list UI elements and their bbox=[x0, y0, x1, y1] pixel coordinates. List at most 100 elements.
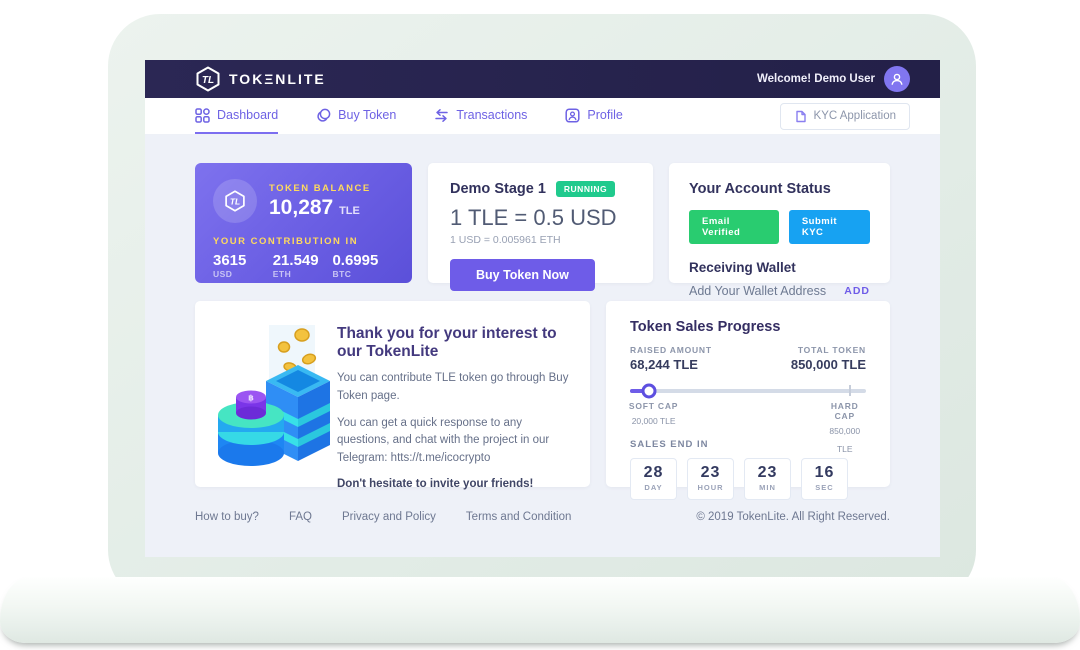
thank-you-invite-text: Don't hesitate to invite your friends! bbox=[337, 478, 570, 490]
raised-amount-label: RAISED AMOUNT bbox=[630, 345, 712, 355]
copyright-text: © 2019 TokenLite. All Right Reserved. bbox=[696, 511, 890, 523]
token-balance-amount: 10,287 bbox=[269, 196, 333, 219]
countdown-timer: 28 DAY 23 HOUR 23 MIN 16 bbox=[630, 458, 866, 500]
thank-you-paragraph-2: You can get a quick response to any ques… bbox=[337, 415, 570, 468]
token-logo-bubble: TL bbox=[213, 179, 257, 223]
countdown-value: 28 bbox=[631, 464, 676, 482]
nav-item-profile[interactable]: Profile bbox=[565, 98, 622, 134]
soft-cap-label: SOFT CAP bbox=[629, 401, 678, 411]
nav-label: Profile bbox=[587, 108, 622, 122]
thank-you-title: Thank you for your interest to our Token… bbox=[337, 325, 570, 361]
countdown-hours: 23 HOUR bbox=[687, 458, 734, 500]
tokens-illustration: ฿ bbox=[209, 317, 337, 471]
buy-token-now-button[interactable]: Buy Token Now bbox=[450, 259, 595, 291]
svg-text:TL: TL bbox=[230, 196, 240, 206]
kyc-document-icon bbox=[794, 110, 807, 123]
svg-text:฿: ฿ bbox=[248, 394, 254, 403]
slider-track bbox=[630, 389, 866, 393]
svg-text:TL: TL bbox=[202, 75, 214, 86]
nav-label: Dashboard bbox=[217, 108, 278, 122]
laptop-base bbox=[0, 577, 1080, 643]
footer-link-how-to-buy[interactable]: How to buy? bbox=[195, 511, 259, 523]
thank-you-paragraph-1: You can contribute TLE token go through … bbox=[337, 370, 570, 406]
contribution-currency: USD bbox=[213, 269, 273, 279]
footer-link-terms[interactable]: Terms and Condition bbox=[466, 511, 571, 523]
total-token-label: TOTAL TOKEN bbox=[798, 345, 866, 355]
coins-icon bbox=[316, 108, 331, 123]
stage-title: Demo Stage 1 bbox=[450, 181, 546, 197]
countdown-unit: HOUR bbox=[688, 483, 733, 492]
token-balance-label: TOKEN BALANCE bbox=[269, 183, 371, 194]
contribution-label: YOUR CONTRIBUTION IN bbox=[213, 236, 394, 247]
main-nav: Dashboard Buy Token Tran bbox=[145, 98, 940, 135]
nav-label: Buy Token bbox=[338, 108, 396, 122]
nav-item-transactions[interactable]: Transactions bbox=[434, 98, 527, 134]
contribution-usd: 3615 USD bbox=[213, 252, 273, 279]
sales-progress-title: Token Sales Progress bbox=[630, 319, 866, 335]
dashboard-footer: How to buy? FAQ Privacy and Policy Terms… bbox=[195, 511, 890, 523]
countdown-minutes: 23 MIN bbox=[744, 458, 791, 500]
nav-label: Transactions bbox=[456, 108, 527, 122]
nav-item-dashboard[interactable]: Dashboard bbox=[195, 98, 278, 134]
footer-link-privacy[interactable]: Privacy and Policy bbox=[342, 511, 436, 523]
dashboard-content: TL TOKEN BALANCE 10,287 TLE YOUR CONTRIB… bbox=[145, 135, 940, 557]
countdown-unit: MIN bbox=[745, 483, 790, 492]
token-balance-unit: TLE bbox=[339, 205, 360, 217]
contribution-value: 0.6995 bbox=[332, 252, 392, 269]
dashboard-grid-icon bbox=[195, 108, 210, 123]
soft-cap-marker: SOFT CAP 20,000 TLE bbox=[629, 401, 678, 429]
add-wallet-link[interactable]: ADD bbox=[844, 285, 870, 297]
nav-item-buy-token[interactable]: Buy Token bbox=[316, 98, 396, 134]
brand-name: TOKΞNLITE bbox=[229, 71, 326, 87]
contribution-value: 3615 bbox=[213, 252, 273, 269]
swap-arrows-icon bbox=[434, 108, 449, 123]
tokenlite-hex-logo-icon: TL bbox=[195, 66, 221, 92]
user-avatar[interactable] bbox=[884, 66, 910, 92]
account-status-title: Your Account Status bbox=[689, 181, 870, 197]
token-balance-card: TL TOKEN BALANCE 10,287 TLE YOUR CONTRIB… bbox=[195, 163, 412, 283]
hard-cap-label: HARD CAP bbox=[829, 401, 860, 421]
token-sub-rate: 1 USD = 0.005961 ETH bbox=[450, 234, 631, 246]
welcome-user-text: Welcome! Demo User bbox=[757, 73, 875, 85]
contribution-eth: 21.549 ETH bbox=[273, 252, 333, 279]
raised-amount-value: 68,244 TLE bbox=[630, 357, 698, 372]
token-rate: 1 TLE = 0.5 USD bbox=[450, 205, 631, 231]
countdown-value: 23 bbox=[745, 464, 790, 482]
running-status-badge: RUNNING bbox=[556, 181, 615, 197]
tokenlite-hex-icon: TL bbox=[224, 190, 246, 212]
countdown-unit: SEC bbox=[802, 483, 847, 492]
token-stage-card: Demo Stage 1 RUNNING 1 TLE = 0.5 USD 1 U… bbox=[428, 163, 653, 283]
email-verified-badge[interactable]: Email Verified bbox=[689, 210, 779, 244]
sales-progress-slider bbox=[630, 384, 866, 398]
account-status-card: Your Account Status Email Verified Submi… bbox=[669, 163, 890, 283]
thank-you-card: ฿ Thank you for your interest to our Tok… bbox=[195, 301, 590, 487]
kyc-button-label: KYC Application bbox=[814, 110, 896, 122]
brand-logo[interactable]: TL TOKΞNLITE bbox=[195, 66, 326, 92]
receiving-wallet-title: Receiving Wallet bbox=[689, 260, 870, 275]
contribution-btc: 0.6995 BTC bbox=[332, 252, 392, 279]
slider-knob[interactable] bbox=[641, 384, 656, 399]
person-icon bbox=[890, 72, 904, 86]
app-header: TL TOKΞNLITE Welcome! Demo User bbox=[145, 60, 940, 98]
profile-card-icon bbox=[565, 108, 580, 123]
token-sales-progress-card: Token Sales Progress RAISED AMOUNT TOTAL… bbox=[606, 301, 890, 487]
hard-cap-marker: HARD CAP 850,000 TLE bbox=[829, 401, 860, 457]
countdown-value: 16 bbox=[802, 464, 847, 482]
footer-link-faq[interactable]: FAQ bbox=[289, 511, 312, 523]
contribution-currency: BTC bbox=[332, 269, 392, 279]
countdown-seconds: 16 SEC bbox=[801, 458, 848, 500]
hard-cap-value: 850,000 TLE bbox=[829, 426, 860, 454]
wallet-address-text: Add Your Wallet Address bbox=[689, 284, 826, 298]
contribution-value: 21.549 bbox=[273, 252, 333, 269]
page: TL TOKΞNLITE Welcome! Demo User bbox=[0, 0, 1080, 650]
submit-kyc-badge[interactable]: Submit KYC bbox=[789, 210, 870, 244]
hard-cap-tick bbox=[849, 385, 851, 396]
kyc-application-button[interactable]: KYC Application bbox=[780, 103, 910, 130]
total-token-value: 850,000 TLE bbox=[791, 357, 866, 372]
contribution-currency: ETH bbox=[273, 269, 333, 279]
countdown-unit: DAY bbox=[631, 483, 676, 492]
dashboard-screen: TL TOKΞNLITE Welcome! Demo User bbox=[145, 60, 940, 557]
countdown-days: 28 DAY bbox=[630, 458, 677, 500]
countdown-value: 23 bbox=[688, 464, 733, 482]
soft-cap-value: 20,000 TLE bbox=[632, 416, 676, 426]
